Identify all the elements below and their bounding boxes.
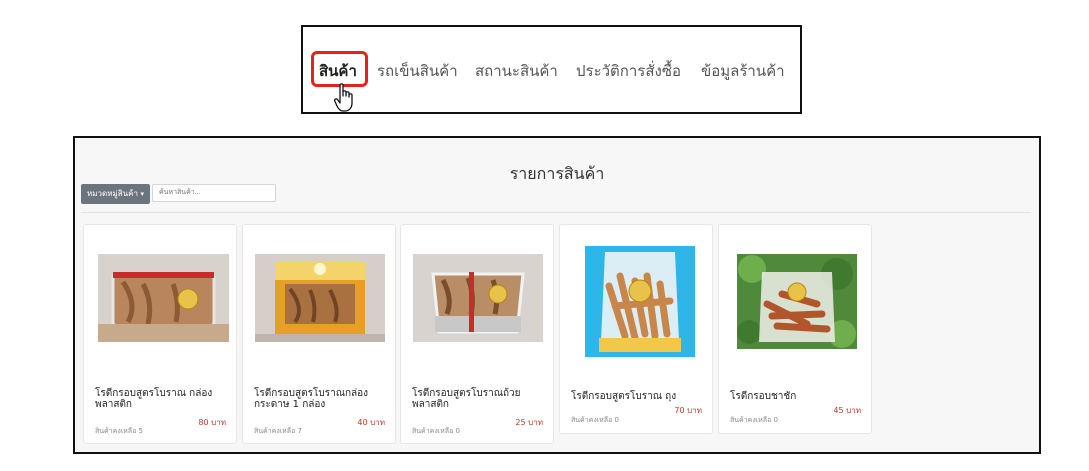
product-stock: สินค้าคงเหลือ 0 bbox=[730, 416, 778, 424]
nav-item-order-history[interactable]: ประวัติการสั่งซื้อ bbox=[576, 61, 681, 81]
product-image-bag bbox=[585, 246, 695, 357]
nav-item-order-status[interactable]: สถานะสินค้า bbox=[475, 61, 558, 81]
product-price: 25 บาท bbox=[515, 418, 543, 427]
product-card[interactable]: โรตีกรอบสูตรโบราณถ้วยพลาสติก 25 บาท สินค… bbox=[400, 224, 554, 444]
product-stock: สินค้าคงเหลือ 0 bbox=[412, 427, 460, 435]
product-name: โรตีกรอบสูตรโบราณ กล่องพลาสติก bbox=[95, 388, 213, 410]
divider bbox=[81, 212, 1031, 213]
product-price: 70 บาท bbox=[674, 406, 702, 415]
product-panel: รายการสินค้า หมวดหมู่สินค้า ▾ โรตีกรอบสู… bbox=[73, 136, 1041, 454]
product-price: 40 บาท bbox=[357, 418, 385, 427]
product-name: โรตีกรอบสูตรโบราณกล่องกระดาษ 1 กล่อง bbox=[254, 388, 369, 410]
product-card[interactable]: โรตีกรอบชาชัก 45 บาท สินค้าคงเหลือ 0 bbox=[718, 224, 872, 434]
product-image-thai-tea bbox=[737, 254, 857, 349]
caret-down-icon: ▾ bbox=[140, 190, 145, 198]
product-search-input[interactable] bbox=[152, 184, 276, 202]
category-dropdown-button[interactable]: หมวดหมู่สินค้า ▾ bbox=[81, 184, 150, 204]
product-name: โรตีกรอบสูตรโบราณ ถุง bbox=[571, 391, 677, 402]
category-button-label: หมวดหมู่สินค้า bbox=[86, 189, 138, 198]
product-image-plastic-cup bbox=[413, 254, 543, 342]
product-image-paper-box bbox=[255, 254, 385, 342]
nav-item-shop-info[interactable]: ข้อมูลร้านค้า bbox=[701, 61, 785, 81]
product-card[interactable]: โรตีกรอบสูตรโบราณกล่องกระดาษ 1 กล่อง 40 … bbox=[242, 224, 396, 444]
product-card[interactable]: โรตีกรอบสูตรโบราณ ถุง 70 บาท สินค้าคงเหล… bbox=[559, 224, 713, 434]
product-price: 80 บาท bbox=[198, 418, 226, 427]
product-stock: สินค้าคงเหลือ 5 bbox=[95, 427, 143, 435]
main-nav: สินค้า รถเข็นสินค้า สถานะสินค้า ประวัติก… bbox=[301, 25, 802, 114]
product-image-plastic-box bbox=[98, 254, 229, 342]
product-name: โรตีกรอบชาชัก bbox=[730, 391, 797, 402]
product-stock: สินค้าคงเหลือ 0 bbox=[571, 416, 619, 424]
nav-item-cart[interactable]: รถเข็นสินค้า bbox=[377, 61, 458, 81]
nav-item-products[interactable]: สินค้า bbox=[319, 61, 357, 81]
product-card[interactable]: โรตีกรอบสูตรโบราณ กล่องพลาสติก 80 บาท สิ… bbox=[83, 224, 237, 444]
product-name: โรตีกรอบสูตรโบราณถ้วยพลาสติก bbox=[412, 388, 521, 410]
hand-pointer-icon bbox=[334, 83, 353, 112]
product-price: 45 บาท bbox=[833, 406, 861, 415]
product-stock: สินค้าคงเหลือ 7 bbox=[254, 427, 302, 435]
